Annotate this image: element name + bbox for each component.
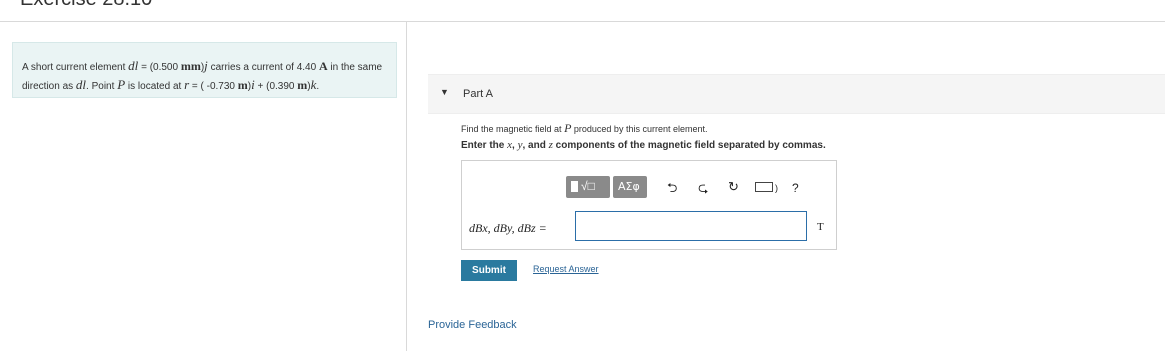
greek-symbols-button[interactable]: ΑΣφ	[613, 176, 647, 198]
vector-dl: dl	[128, 58, 139, 73]
submit-button[interactable]: Submit	[461, 260, 517, 281]
help-icon[interactable]: ?	[792, 181, 799, 195]
answer-label: dBx, dBy, dBz =	[469, 221, 547, 235]
collapse-triangle-icon[interactable]: ▼	[440, 87, 449, 97]
request-answer-link[interactable]: Request Answer	[533, 264, 599, 274]
template-square-icon	[571, 181, 578, 192]
provide-feedback-link[interactable]: Provide Feedback	[428, 319, 517, 331]
page-header: Exercise 28.10	[0, 0, 1165, 22]
answer-area: √□ ΑΣφ ⮌ ⮎ ↻ ) ? dBx, dBy, dBz = T	[461, 160, 837, 250]
undo-icon[interactable]: ⮌	[667, 179, 677, 201]
unit-label: T	[817, 221, 824, 233]
templates-button[interactable]: √□	[566, 176, 610, 198]
question-prompt: Find the magnetic field at P produced by…	[461, 121, 708, 135]
redo-icon[interactable]: ⮎	[698, 179, 708, 201]
part-a-header[interactable]: ▼ Part A	[428, 74, 1165, 114]
reset-icon[interactable]: ↻	[728, 179, 739, 195]
column-divider	[406, 21, 407, 351]
part-label: Part A	[463, 88, 493, 100]
page-title: Exercise 28.10	[20, 0, 152, 11]
keyboard-icon[interactable]	[755, 182, 773, 192]
point-P: P	[117, 77, 126, 92]
answer-input[interactable]	[575, 211, 807, 241]
problem-statement: A short current element dl = (0.500 mm)j…	[12, 42, 397, 98]
question-instruction: Enter the x, y, and z components of the …	[461, 139, 826, 151]
